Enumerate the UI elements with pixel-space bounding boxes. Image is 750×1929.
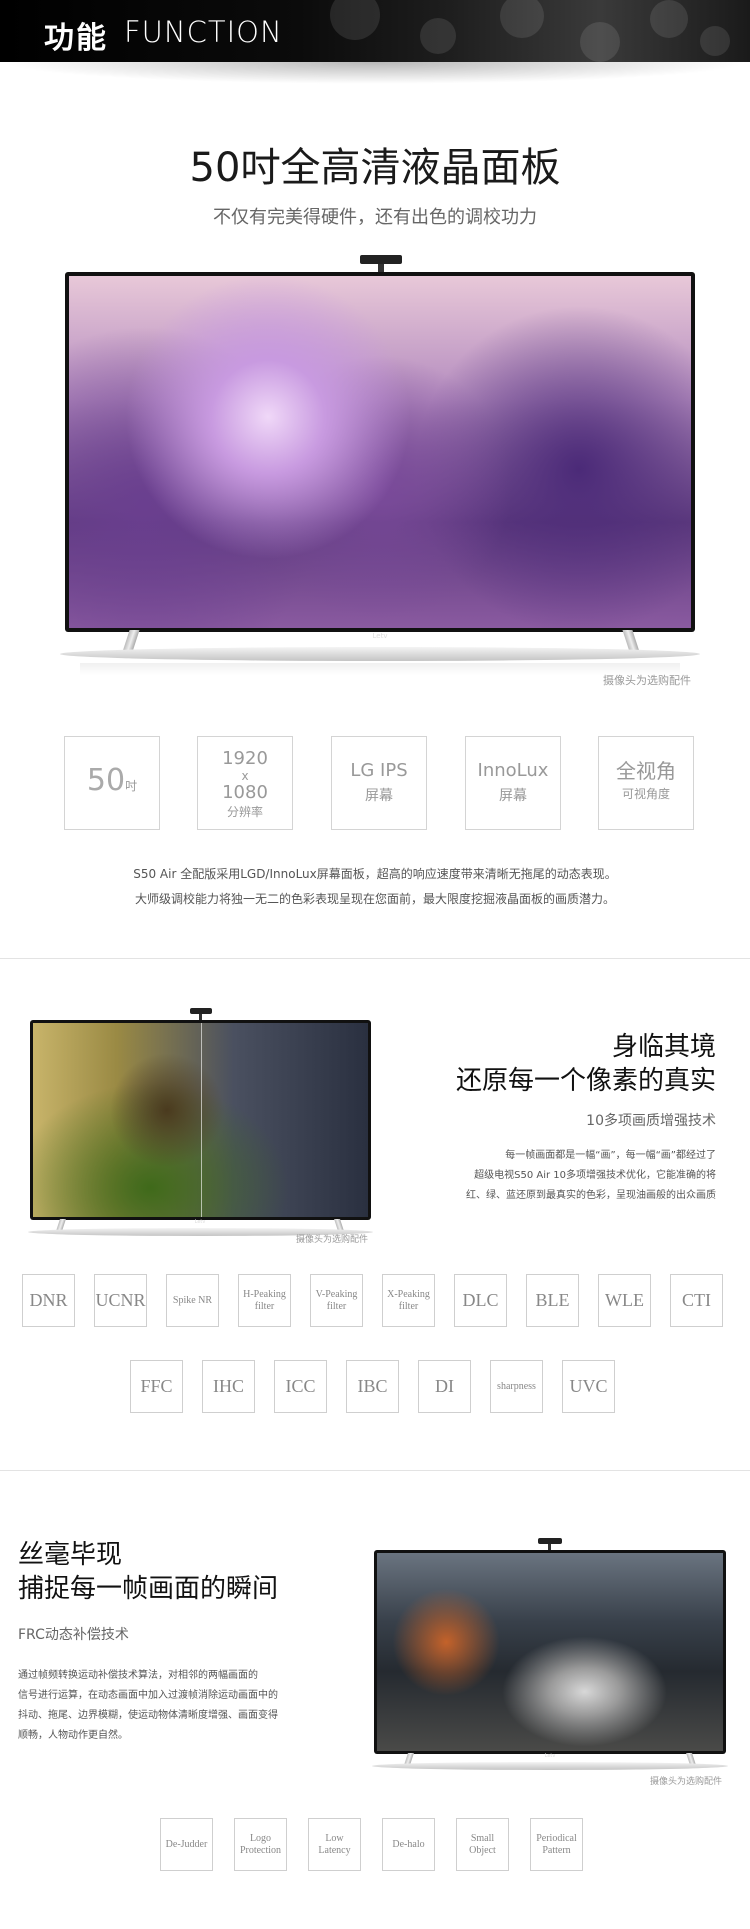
feature-viewangle-box: 全视角 可视角度 — [598, 736, 694, 830]
bokeh-decoration — [500, 0, 544, 38]
feature-innolux-sub: 屏幕 — [499, 788, 527, 804]
camera-icon — [360, 255, 402, 264]
section-header-bar: 功能 FUNCTION — [0, 0, 750, 62]
pixel-paragraph: 每一帧画面都是一幅“画”，每一幅“画”都经过了 超级电视S50 Air 10多项… — [400, 1146, 716, 1206]
camera-caption: 摄像头为选购配件 — [296, 1235, 369, 1245]
bokeh-decoration — [330, 0, 380, 40]
pixel-para-line: 每一帧画面都是一幅“画”，每一幅“画”都经过了 — [505, 1150, 716, 1161]
tech-chip: DLC — [454, 1274, 507, 1327]
pixel-para-line: 红、绿、蓝还原到最真实的色彩，呈现油画般的出众画质 — [466, 1190, 716, 1201]
feature-innolux-box: InnoLux 屏幕 — [465, 736, 561, 830]
tv-tree-image: Letv — [28, 1008, 373, 1243]
panel-subtitle: 不仅有完美得硬件，还有出色的调校功力 — [213, 207, 537, 228]
tech-chip: DI — [418, 1360, 471, 1413]
bokeh-decoration — [580, 22, 620, 62]
panel-desc-line: S50 Air 全配版采用LGD/InnoLux屏幕面板，超高的响应速度带来清晰… — [133, 867, 617, 881]
feature-innolux-name: InnoLux — [477, 760, 549, 781]
pixel-heading-line2: 还原每一个像素的真实 — [455, 1066, 716, 1096]
tech-chip: H-Peaking filter — [238, 1274, 291, 1327]
compare-split-line — [200, 1023, 202, 1217]
panel-description: S50 Air 全配版采用LGD/InnoLux屏幕面板，超高的响应速度带来清晰… — [0, 862, 750, 912]
header-title-cn: 功能 — [44, 21, 108, 56]
feature-res-x: x — [241, 769, 249, 783]
tv-screen-tree — [33, 1023, 368, 1217]
feature-lgips-box: LG IPS 屏幕 — [331, 736, 427, 830]
frc-paragraph: 通过帧频转换运动补偿技术算法，对相邻的两幅画面的 信号进行运算，在动态画面中加入… — [18, 1666, 348, 1746]
tech-chip: FFC — [130, 1360, 183, 1413]
feature-lgips-name: LG IPS — [350, 760, 408, 781]
section-divider — [0, 1470, 750, 1471]
frc-para-line: 通过帧频转换运动补偿技术算法，对相邻的两幅画面的 — [18, 1670, 258, 1681]
tv-logo: Letv — [194, 1219, 206, 1225]
frc-chip: Logo Protection — [234, 1818, 287, 1871]
tv-screen-lavender — [69, 276, 691, 628]
frc-para-line: 抖动、拖尾、边界模糊，使运动物体清晰度增强、画面变得 — [18, 1710, 278, 1721]
frc-chip: De-halo — [382, 1818, 435, 1871]
tech-chip: IHC — [202, 1360, 255, 1413]
feature-res-height: 1080 — [222, 782, 268, 803]
tv-logo: Letv — [544, 1753, 556, 1759]
camera-caption: 摄像头为选购配件 — [650, 1777, 723, 1787]
frc-heading-line2: 捕捉每一帧画面的瞬间 — [18, 1574, 279, 1604]
pixel-heading: 身临其境 还原每一个像素的真实 — [400, 1030, 716, 1098]
pixel-tag: 10多项画质增强技术 — [586, 1113, 716, 1129]
feature-size-box: 50吋 — [64, 736, 160, 830]
frc-chip: De-Judder — [160, 1818, 213, 1871]
tv-stand-base — [372, 1762, 728, 1770]
tech-chip: sharpness — [490, 1360, 543, 1413]
bokeh-decoration — [700, 26, 730, 56]
section-divider — [0, 958, 750, 959]
tech-chip: X-Peaking filter — [382, 1274, 435, 1327]
frc-para-line: 顺畅，人物动作更自然。 — [18, 1730, 128, 1741]
panel-title: 50吋全高清液晶面板 — [189, 145, 561, 191]
frc-tag: FRC动态补偿技术 — [18, 1627, 129, 1643]
tech-chip: DNR — [22, 1274, 75, 1327]
tv-logo: Letv — [372, 632, 388, 640]
frc-chip: Low Latency — [308, 1818, 361, 1871]
feature-lgips-sub: 屏幕 — [365, 788, 393, 804]
tech-chip: UCNR — [94, 1274, 147, 1327]
tv-screen-racing — [377, 1553, 723, 1751]
tech-chip: WLE — [598, 1274, 651, 1327]
tech-chip: IBC — [346, 1360, 399, 1413]
frc-heading-line1: 丝毫毕现 — [18, 1540, 123, 1570]
feature-size-value: 50 — [86, 763, 126, 798]
pixel-heading-line1: 身临其境 — [611, 1032, 716, 1062]
tv-lavender-image: Letv — [60, 255, 700, 675]
bokeh-decoration — [420, 18, 456, 54]
tv-reflection — [80, 663, 680, 675]
header-shadow — [0, 62, 750, 84]
header-title-en: FUNCTION — [124, 15, 283, 49]
camera-caption: 摄像头为选购配件 — [603, 674, 691, 687]
feature-res-width: 1920 — [222, 748, 268, 769]
tv-racing-image: Letv — [372, 1538, 728, 1778]
bokeh-decoration — [650, 0, 688, 38]
tech-chip: ICC — [274, 1360, 327, 1413]
camera-mount — [378, 264, 384, 272]
frc-chip: Small Object — [456, 1818, 509, 1871]
feature-size-unit: 吋 — [125, 779, 138, 793]
feature-viewangle-name: 全视角 — [616, 759, 676, 783]
tech-chip: BLE — [526, 1274, 579, 1327]
tv-stand-base — [60, 647, 700, 661]
frc-para-line: 信号进行运算，在动态画面中加入过渡帧消除运动画面中的 — [18, 1690, 278, 1701]
pixel-para-line: 超级电视S50 Air 10多项增强技术优化，它能准确的将 — [474, 1170, 716, 1181]
feature-resolution-box: 1920 x 1080 分辨率 — [197, 736, 293, 830]
feature-viewangle-sub: 可视角度 — [621, 787, 670, 801]
feature-res-label: 分辨率 — [226, 805, 263, 819]
tech-chip: CTI — [670, 1274, 723, 1327]
frc-chip: Periodical Pattern — [530, 1818, 583, 1871]
panel-desc-line: 大师级调校能力将独一无二的色彩表现呈现在您面前，最大限度挖掘液晶面板的画质潜力。 — [134, 892, 615, 906]
tech-chip: UVC — [562, 1360, 615, 1413]
frc-heading: 丝毫毕现 捕捉每一帧画面的瞬间 — [18, 1538, 348, 1606]
tech-chip: Spike NR — [166, 1274, 219, 1327]
tech-chip: V-Peaking filter — [310, 1274, 363, 1327]
